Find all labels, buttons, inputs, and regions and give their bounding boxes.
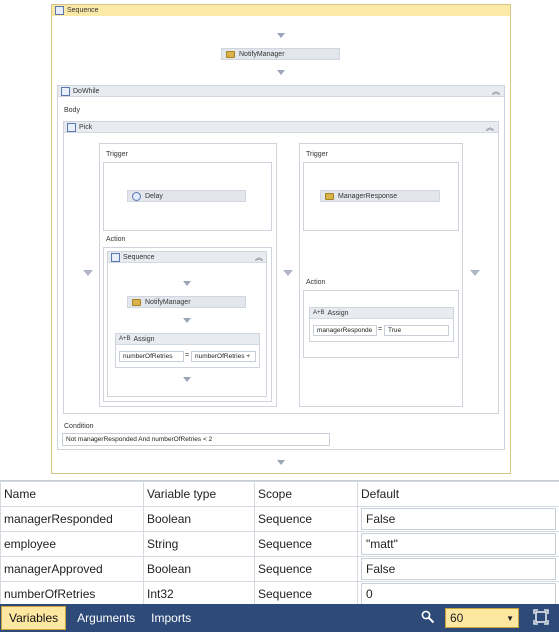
column-header-name[interactable]: Name [0, 481, 144, 507]
variable-scope[interactable]: Sequence [254, 556, 358, 582]
variable-scope[interactable]: Sequence [254, 531, 358, 557]
variable-default-input[interactable]: 0 [361, 583, 556, 605]
table-row[interactable]: managerResponded Boolean Sequence False [0, 506, 559, 532]
outer-sequence-title: Sequence [67, 7, 99, 14]
inner-sequence-header[interactable]: Sequence ︽ [108, 252, 266, 263]
activity-icon [325, 192, 334, 200]
trigger-label: Trigger [306, 151, 328, 158]
outer-sequence-header[interactable]: Sequence [52, 5, 510, 16]
assign-title-2: Assign [327, 309, 349, 317]
delay-label: Delay [145, 192, 163, 200]
table-row[interactable]: managerApproved Boolean Sequence False [0, 556, 559, 582]
assign-to-input-1[interactable]: numberOfRetries [119, 351, 184, 362]
variable-type[interactable]: Boolean [143, 556, 255, 582]
condition-input[interactable]: Not managerResponded And numberOfRetries… [62, 433, 330, 446]
drop-arrow-icon[interactable] [277, 33, 285, 38]
column-header-type[interactable]: Variable type [143, 481, 255, 507]
variable-name[interactable]: employee [0, 531, 144, 557]
body-label: Body [64, 107, 80, 114]
action-label: Action [306, 279, 326, 286]
variable-scope[interactable]: Sequence [254, 506, 358, 532]
collapse-icon[interactable]: ︽ [492, 86, 500, 97]
variable-type[interactable]: String [143, 531, 255, 557]
zoom-select[interactable]: 60 ▼ [445, 608, 519, 628]
notify-manager-label: NotifyManager [239, 50, 285, 58]
assign-to-input-2[interactable]: managerResponde [313, 325, 377, 336]
collapse-icon[interactable]: ︽ [255, 252, 263, 263]
assign-header-2[interactable]: A+B Assign [310, 308, 453, 319]
search-icon[interactable] [421, 610, 435, 626]
inner-notify-manager-activity[interactable]: NotifyManager [127, 296, 246, 308]
sequence-icon [111, 252, 120, 262]
inner-sequence-title: Sequence [123, 253, 155, 261]
variable-default-input[interactable]: "matt" [361, 533, 556, 555]
sequence-icon [55, 6, 64, 15]
tab-imports[interactable]: Imports [144, 607, 198, 629]
dowhile-header[interactable]: DoWhile ︽ [58, 86, 504, 97]
dowhile-title: DoWhile [73, 87, 100, 95]
inner-notify-label: NotifyManager [145, 298, 191, 306]
zoom-value: 60 [450, 611, 464, 625]
assign-equals-1: = [185, 352, 190, 359]
pick-title: Pick [79, 123, 93, 131]
fit-to-screen-icon[interactable] [533, 609, 549, 627]
assign-equals-2: = [378, 326, 383, 333]
drop-arrow-icon[interactable] [183, 281, 191, 286]
table-row[interactable]: employee String Sequence "matt" [0, 531, 559, 557]
manager-response-label: ManagerResponse [338, 192, 398, 200]
action-label: Action [106, 236, 126, 243]
drop-arrow-icon[interactable] [277, 460, 285, 465]
variables-grid: Name Variable type Scope Default manager… [0, 480, 559, 607]
drop-arrow-icon[interactable] [283, 270, 293, 276]
designer-bottom-bar: Variables Arguments Imports 60 ▼ [0, 604, 559, 632]
drop-arrow-icon[interactable] [83, 270, 93, 276]
dowhile-icon [61, 86, 70, 96]
grid-header-row: Name Variable type Scope Default [0, 481, 559, 507]
delay-activity[interactable]: Delay [127, 190, 246, 202]
trigger-label: Trigger [106, 151, 128, 158]
variable-name[interactable]: managerApproved [0, 556, 144, 582]
tab-arguments[interactable]: Arguments [70, 607, 142, 629]
notify-manager-activity[interactable]: NotifyManager [221, 48, 340, 60]
assign-value-input-1[interactable]: numberOfRetries + [191, 351, 256, 362]
clock-icon [132, 191, 141, 201]
column-header-scope[interactable]: Scope [254, 481, 358, 507]
tab-variables[interactable]: Variables [1, 606, 67, 630]
collapse-icon[interactable]: ︽ [486, 122, 494, 133]
variable-name[interactable]: managerResponded [0, 506, 144, 532]
column-header-default[interactable]: Default [357, 481, 559, 507]
assign-icon: A+B [119, 336, 131, 342]
assign-value-input-2[interactable]: True [384, 325, 449, 336]
assign-header-1[interactable]: A+B Assign [116, 334, 259, 345]
assign-title-1: Assign [133, 335, 155, 343]
variable-default-input[interactable]: False [361, 508, 556, 530]
drop-arrow-icon[interactable] [183, 318, 191, 323]
activity-icon [132, 298, 141, 306]
assign-icon: A+B [313, 310, 325, 316]
condition-label: Condition [64, 423, 94, 430]
chevron-down-icon: ▼ [506, 613, 514, 623]
manager-response-activity[interactable]: ManagerResponse [320, 190, 440, 202]
drop-arrow-icon[interactable] [183, 377, 191, 382]
variable-type[interactable]: Int32 [143, 581, 255, 607]
variable-scope[interactable]: Sequence [254, 581, 358, 607]
drop-arrow-icon[interactable] [277, 70, 285, 75]
inner-sequence[interactable] [107, 251, 267, 397]
variable-default-input[interactable]: False [361, 558, 556, 580]
pick-header[interactable]: Pick ︽ [64, 122, 498, 133]
table-row[interactable]: numberOfRetries Int32 Sequence 0 [0, 581, 559, 607]
variable-name[interactable]: numberOfRetries [0, 581, 144, 607]
drop-arrow-icon[interactable] [470, 270, 480, 276]
activity-icon [226, 50, 235, 58]
variable-type[interactable]: Boolean [143, 506, 255, 532]
pick-icon [67, 122, 76, 132]
